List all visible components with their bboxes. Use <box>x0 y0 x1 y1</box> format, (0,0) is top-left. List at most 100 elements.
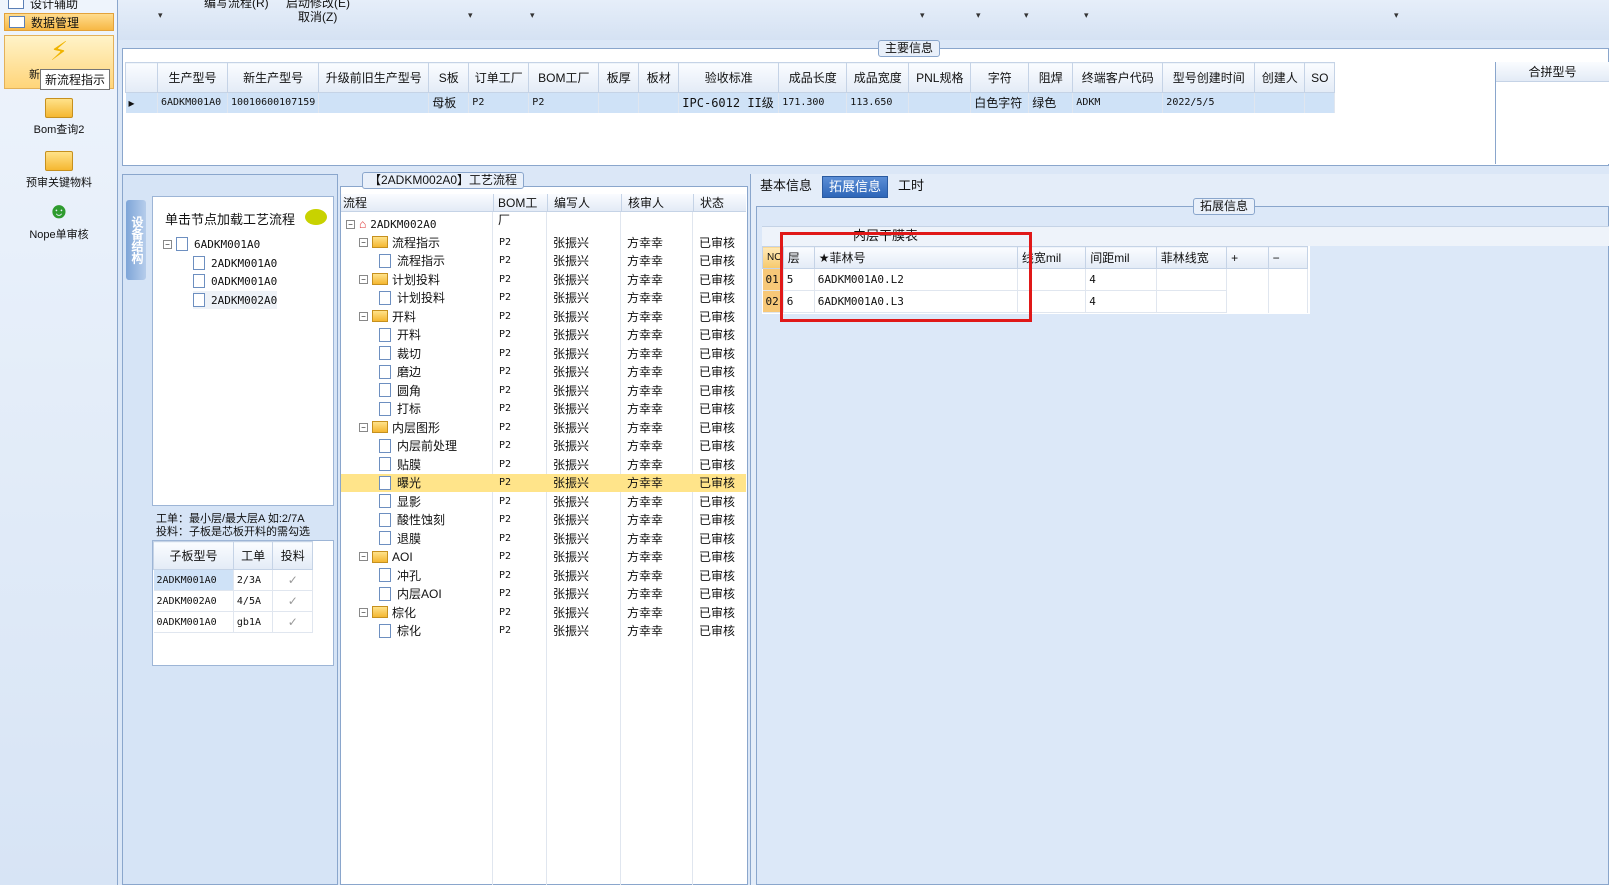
chevron-down-icon[interactable]: ▾ <box>530 10 535 21</box>
column-header[interactable]: 新生产型号 <box>226 62 320 93</box>
column-header[interactable]: 创建人 <box>1254 62 1306 93</box>
column-header[interactable]: 间距mil <box>1085 246 1157 269</box>
column-header[interactable]: BOM工厂 <box>528 62 600 93</box>
add-row-button[interactable]: + <box>1226 246 1269 269</box>
process-row[interactable]: 计划投料 P2 张振兴 方幸幸 已审核 <box>341 289 746 307</box>
collapse-icon[interactable]: − <box>359 311 368 321</box>
table-cell[interactable]: P2 <box>468 92 530 113</box>
column-header[interactable]: 成品宽度 <box>846 62 910 93</box>
table-cell[interactable]: 4 <box>1085 290 1157 313</box>
column-header[interactable]: 成品长度 <box>778 62 848 93</box>
process-row[interactable]: 退膜 P2 张振兴 方幸幸 已审核 <box>341 529 746 547</box>
column-header[interactable]: 字符 <box>970 62 1030 93</box>
chevron-down-icon[interactable]: ▾ <box>1084 10 1089 21</box>
process-row[interactable]: 打标 P2 张振兴 方幸幸 已审核 <box>341 400 746 418</box>
nav-item-data-management[interactable]: 数据管理 <box>4 13 114 31</box>
tree-root[interactable]: −6ADKM001A0 <box>163 235 260 253</box>
column-header[interactable]: 子板型号 <box>153 541 234 570</box>
table-row[interactable]: 2ADKM002A0 4/5A ✓ <box>153 590 313 612</box>
table-row[interactable]: 0ADKM001A0 gb1A ✓ <box>153 611 313 633</box>
table-cell[interactable]: 4 <box>1085 268 1157 291</box>
table-cell[interactable]: P2 <box>528 92 600 113</box>
chevron-down-icon[interactable]: ▾ <box>920 10 925 21</box>
checkbox[interactable]: ✓ <box>272 590 313 612</box>
remove-row-button[interactable]: − <box>1267 246 1309 269</box>
table-cell[interactable]: ADKM <box>1072 92 1164 113</box>
process-row[interactable]: − 开料 P2 张振兴 方幸幸 已审核 <box>341 307 746 325</box>
table-cell[interactable]: 2ADKM002A0 <box>153 590 234 612</box>
process-row[interactable]: − 棕化 P2 张振兴 方幸幸 已审核 <box>341 603 746 621</box>
tree-node[interactable]: 2ADKM001A0 <box>193 254 277 272</box>
process-row[interactable]: 内层AOI P2 张振兴 方幸幸 已审核 <box>341 585 746 603</box>
tree-node-selected[interactable]: 2ADKM002A0 <box>193 291 278 309</box>
table-cell[interactable] <box>1156 268 1228 291</box>
process-row[interactable]: 曝光 P2 张振兴 方幸幸 已审核 <box>341 473 746 492</box>
process-row[interactable]: 圆角 P2 张振兴 方幸幸 已审核 <box>341 381 746 399</box>
process-row[interactable]: 冲孔 P2 张振兴 方幸幸 已审核 <box>341 566 746 584</box>
process-row[interactable]: − 流程指示 P2 张振兴 方幸幸 已审核 <box>341 233 746 251</box>
device-structure-tab[interactable]: 设备结构 <box>126 200 146 280</box>
process-row[interactable]: 流程指示 P2 张振兴 方幸幸 已审核 <box>341 252 746 270</box>
table-cell[interactable]: 2/3A <box>233 569 274 591</box>
process-root[interactable]: − ⌂ 2ADKM002A0 <box>346 215 436 233</box>
table-cell[interactable] <box>1156 290 1228 313</box>
column-header[interactable]: 工单 <box>232 541 274 570</box>
process-row[interactable]: 显影 P2 张振兴 方幸幸 已审核 <box>341 492 746 510</box>
column-header[interactable]: 板厚 <box>598 62 640 93</box>
column-header[interactable]: 菲林线宽 <box>1155 246 1228 269</box>
checkbox[interactable]: ✓ <box>272 569 313 591</box>
table-cell[interactable] <box>908 92 972 113</box>
collapse-icon[interactable]: − <box>359 237 368 247</box>
table-cell[interactable] <box>638 92 680 113</box>
table-cell[interactable]: gb1A <box>233 611 274 633</box>
column-header[interactable]: PNL规格 <box>908 62 972 93</box>
chevron-down-icon[interactable]: ▾ <box>1394 10 1399 21</box>
column-header[interactable]: 生产型号 <box>157 62 228 93</box>
table-cell[interactable]: 2022/5/5 <box>1162 92 1256 113</box>
table-cell[interactable]: 6ADKM001A0 <box>157 92 228 113</box>
table-cell[interactable]: 2ADKM001A0 <box>153 569 234 591</box>
cancel-button[interactable]: 取消(Z) <box>298 8 337 25</box>
table-cell[interactable]: 4/5A <box>233 590 274 612</box>
chevron-down-icon[interactable]: ▾ <box>1024 10 1029 21</box>
column-header[interactable]: 板材 <box>638 62 680 93</box>
table-cell[interactable]: 绿色 <box>1028 92 1074 113</box>
process-row[interactable]: 裁切 P2 张振兴 方幸幸 已审核 <box>341 344 746 362</box>
column-header[interactable]: 订单工厂 <box>468 62 530 93</box>
process-row[interactable]: 磨边 P2 张振兴 方幸幸 已审核 <box>341 363 746 381</box>
collapse-icon[interactable]: − <box>359 422 368 432</box>
table-cell[interactable]: 母板 <box>428 92 470 113</box>
chevron-down-icon[interactable]: ▾ <box>468 10 473 21</box>
nav-item-design[interactable]: 设计辅助 <box>4 0 114 12</box>
column-header[interactable]: 验收标准 <box>678 62 780 93</box>
chevron-down-icon[interactable]: ▾ <box>158 10 163 21</box>
collapse-icon[interactable]: − <box>359 274 368 284</box>
table-row[interactable]: ▸ 6ADKM001A0 10010600107159 母板 P2 P2 IPC-6012 … <box>125 92 1336 113</box>
table-cell[interactable]: 113.650 <box>846 92 910 113</box>
table-cell[interactable] <box>1304 92 1336 113</box>
process-row[interactable]: − 内层图形 P2 张振兴 方幸幸 已审核 <box>341 418 746 436</box>
process-row[interactable]: 棕化 P2 张振兴 方幸幸 已审核 <box>341 622 746 640</box>
tab-basic-info[interactable]: 基本信息 <box>754 176 818 198</box>
chevron-down-icon[interactable]: ▾ <box>976 10 981 21</box>
table-cell[interactable] <box>598 92 640 113</box>
table-cell[interactable]: 171.300 <box>778 92 848 113</box>
column-header[interactable]: 升级前旧生产型号 <box>318 62 430 93</box>
table-cell[interactable]: 10010600107159 <box>227 92 320 113</box>
collapse-icon[interactable]: − <box>359 607 368 617</box>
process-row[interactable]: 酸性蚀刻 P2 张振兴 方幸幸 已审核 <box>341 511 746 529</box>
table-cell[interactable]: 白色字符 <box>970 92 1030 113</box>
table-cell[interactable]: IPC-6012 II级 <box>678 92 780 113</box>
tab-work-hours[interactable]: 工时 <box>892 176 930 198</box>
nope-review-button[interactable]: ☻ Nope单审核 <box>4 196 114 250</box>
edit-flow-button[interactable]: 编写流程(R) <box>204 0 269 11</box>
bom-query-button[interactable]: Bom查询2 <box>4 92 114 146</box>
table-cell[interactable] <box>1254 92 1306 113</box>
collapse-icon[interactable]: − <box>359 552 368 561</box>
table-row[interactable]: 2ADKM001A0 2/3A ✓ <box>153 569 313 591</box>
process-row[interactable]: 开料 P2 张振兴 方幸幸 已审核 <box>341 326 746 344</box>
process-row[interactable]: − AOI P2 张振兴 方幸幸 已审核 <box>341 548 746 566</box>
process-row[interactable]: 内层前处理 P2 张振兴 方幸幸 已审核 <box>341 437 746 455</box>
table-cell[interactable] <box>318 92 430 113</box>
process-row[interactable]: 贴膜 P2 张振兴 方幸幸 已审核 <box>341 455 746 473</box>
